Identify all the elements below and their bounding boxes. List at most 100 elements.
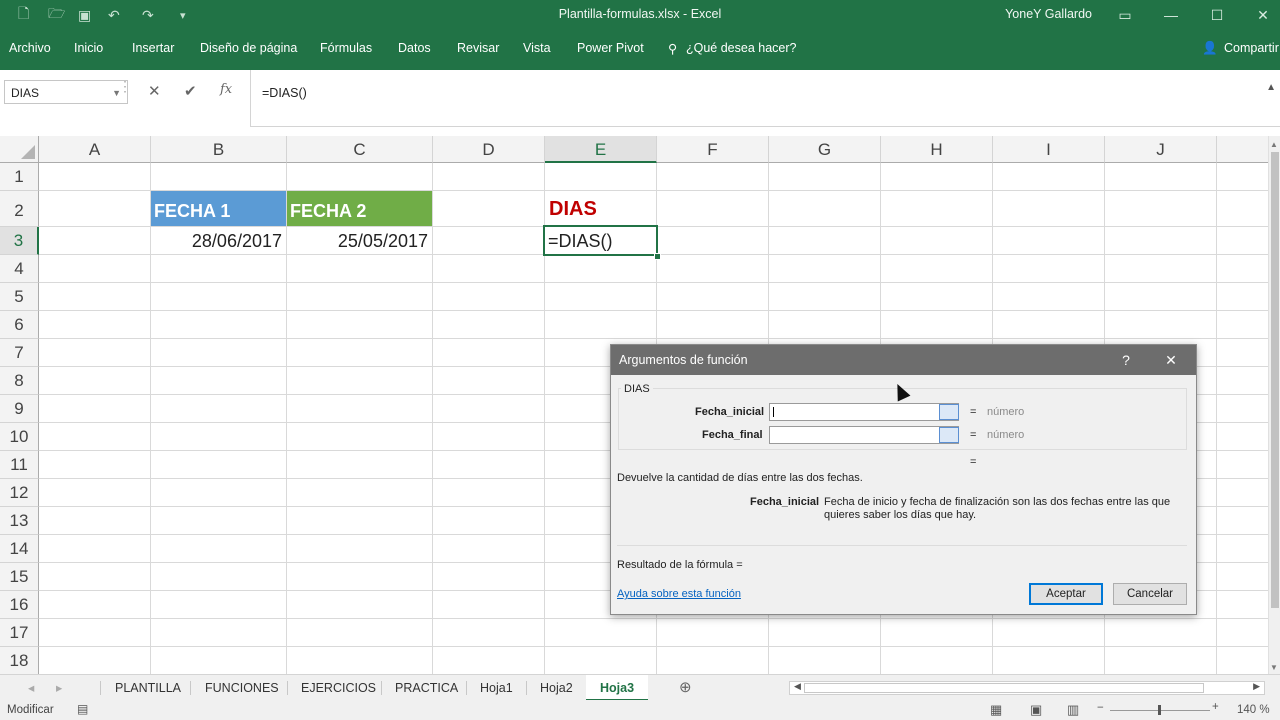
sheet-tab-hoja1[interactable]: Hoja1: [466, 675, 527, 701]
fecha-inicial-input[interactable]: [769, 403, 959, 421]
row-header-10[interactable]: 10: [0, 423, 39, 451]
cell-b2[interactable]: FECHA 1: [151, 191, 286, 226]
zoom-slider-thumb[interactable]: [1158, 705, 1161, 715]
row-header-18[interactable]: 18: [0, 647, 39, 674]
collapse-dialog-icon[interactable]: [939, 404, 959, 420]
column-header-c[interactable]: C: [287, 136, 433, 163]
row-header-7[interactable]: 7: [0, 339, 39, 367]
tell-me-icon[interactable]: ⚲: [668, 41, 677, 56]
column-header-i[interactable]: I: [993, 136, 1105, 163]
macro-record-icon[interactable]: ▤: [77, 702, 88, 716]
horizontal-scrollbar[interactable]: ◀ ▶: [789, 681, 1265, 695]
fill-handle[interactable]: [654, 253, 661, 260]
column-header-b[interactable]: B: [151, 136, 287, 163]
close-icon[interactable]: ✕: [1160, 349, 1182, 371]
arg-label-fecha-inicial: Fecha_inicial: [695, 406, 765, 418]
select-all-corner[interactable]: [0, 136, 39, 163]
row-header-8[interactable]: 8: [0, 367, 39, 395]
vertical-scrollbar[interactable]: ▲ ▼: [1268, 136, 1280, 674]
cancel-entry-icon[interactable]: ✕: [148, 82, 161, 100]
name-box-value: DIAS: [11, 86, 40, 100]
column-header-k[interactable]: [1217, 136, 1268, 163]
status-mode: Modificar: [7, 704, 54, 716]
row-header-2[interactable]: 2: [0, 191, 39, 227]
scroll-tabs-right-icon[interactable]: ▸: [42, 675, 76, 701]
ok-button[interactable]: Aceptar: [1029, 583, 1103, 605]
close-window-icon[interactable]: ✕: [1240, 0, 1280, 30]
column-header-h[interactable]: H: [881, 136, 993, 163]
user-name[interactable]: YoneY Gallardo: [1005, 7, 1092, 21]
column-header-e[interactable]: E: [545, 136, 657, 163]
insert-function-icon[interactable]: fx: [220, 82, 232, 97]
column-header-a[interactable]: A: [39, 136, 151, 163]
sheet-tab-ejercicios[interactable]: EJERCICIOS: [287, 675, 390, 701]
sheet-tab-plantilla[interactable]: PLANTILLA: [101, 675, 195, 701]
row-header-1[interactable]: 1: [0, 163, 39, 191]
column-header-g[interactable]: G: [769, 136, 881, 163]
page-layout-view-icon[interactable]: ▣: [1030, 702, 1042, 718]
h-scroll-thumb[interactable]: [804, 683, 1204, 693]
formula-text: =DIAS(): [262, 86, 307, 100]
zoom-in-icon[interactable]: +: [1212, 701, 1219, 713]
name-box[interactable]: DIAS ▼: [4, 80, 128, 104]
cell-b3[interactable]: 28/06/2017: [151, 227, 286, 254]
zoom-out-icon[interactable]: −: [1097, 702, 1104, 714]
scroll-up-icon[interactable]: ▲: [1270, 140, 1278, 149]
tell-me-search[interactable]: ¿Qué desea hacer?: [686, 41, 797, 55]
row-header-13[interactable]: 13: [0, 507, 39, 535]
tab-revisar[interactable]: Revisar: [457, 41, 499, 55]
row-header-12[interactable]: 12: [0, 479, 39, 507]
tab-datos[interactable]: Datos: [398, 41, 431, 55]
enter-entry-icon[interactable]: ✔: [184, 82, 197, 100]
tab-archivo[interactable]: Archivo: [9, 41, 51, 55]
cell-e3[interactable]: =DIAS(): [543, 225, 658, 256]
tab-diseno-pagina[interactable]: Diseño de página: [200, 41, 297, 55]
row-header-4[interactable]: 4: [0, 255, 39, 283]
minimize-icon[interactable]: —: [1148, 0, 1194, 30]
row-header-5[interactable]: 5: [0, 283, 39, 311]
row-header-15[interactable]: 15: [0, 563, 39, 591]
tab-insertar[interactable]: Insertar: [132, 41, 174, 55]
tab-inicio[interactable]: Inicio: [74, 41, 103, 55]
cell-c3[interactable]: 25/05/2017: [287, 227, 432, 254]
help-icon[interactable]: ?: [1115, 349, 1137, 371]
share-icon[interactable]: 👤: [1202, 41, 1218, 56]
collapse-formula-bar-icon[interactable]: ▲: [1266, 82, 1276, 93]
column-header-d[interactable]: D: [433, 136, 545, 163]
row-header-3[interactable]: 3: [0, 227, 39, 255]
cell-e2[interactable]: DIAS: [545, 191, 656, 226]
scroll-right-icon[interactable]: ▶: [1249, 681, 1264, 692]
formula-input[interactable]: =DIAS() ▲: [250, 70, 1280, 127]
scroll-thumb[interactable]: [1271, 152, 1279, 608]
maximize-icon[interactable]: ☐: [1194, 0, 1240, 30]
sheet-tab-hoja3[interactable]: Hoja3: [586, 675, 649, 701]
row-header-9[interactable]: 9: [0, 395, 39, 423]
tab-power-pivot[interactable]: Power Pivot: [577, 41, 644, 55]
fecha-final-input[interactable]: [769, 426, 959, 444]
sheet-tab-practica[interactable]: PRACTICA: [381, 675, 472, 701]
scroll-left-icon[interactable]: ◀: [790, 681, 805, 692]
tab-formulas[interactable]: Fórmulas: [320, 41, 372, 55]
row-header-14[interactable]: 14: [0, 535, 39, 563]
row-header-6[interactable]: 6: [0, 311, 39, 339]
row-header-17[interactable]: 17: [0, 619, 39, 647]
tab-vista[interactable]: Vista: [523, 41, 551, 55]
cell-c2[interactable]: FECHA 2: [287, 191, 432, 226]
sheet-tab-funciones[interactable]: FUNCIONES: [191, 675, 293, 701]
column-header-f[interactable]: F: [657, 136, 769, 163]
page-break-view-icon[interactable]: ▥: [1067, 702, 1079, 718]
column-header-j[interactable]: J: [1105, 136, 1217, 163]
zoom-level[interactable]: 140 %: [1237, 704, 1270, 716]
row-header-11[interactable]: 11: [0, 451, 39, 479]
ribbon-display-options-icon[interactable]: ▭: [1102, 0, 1148, 30]
sheet-tab-hoja2[interactable]: Hoja2: [526, 675, 587, 701]
row-header-16[interactable]: 16: [0, 591, 39, 619]
collapse-dialog-icon[interactable]: [939, 427, 959, 443]
dialog-title-bar[interactable]: Argumentos de función ? ✕: [611, 345, 1196, 375]
scroll-down-icon[interactable]: ▼: [1270, 663, 1278, 672]
normal-view-icon[interactable]: ▦: [990, 702, 1002, 718]
share-button[interactable]: Compartir: [1224, 41, 1279, 55]
help-link[interactable]: Ayuda sobre esta función: [617, 588, 741, 600]
add-sheet-icon[interactable]: ⊕: [665, 675, 706, 701]
cancel-button[interactable]: Cancelar: [1113, 583, 1187, 605]
